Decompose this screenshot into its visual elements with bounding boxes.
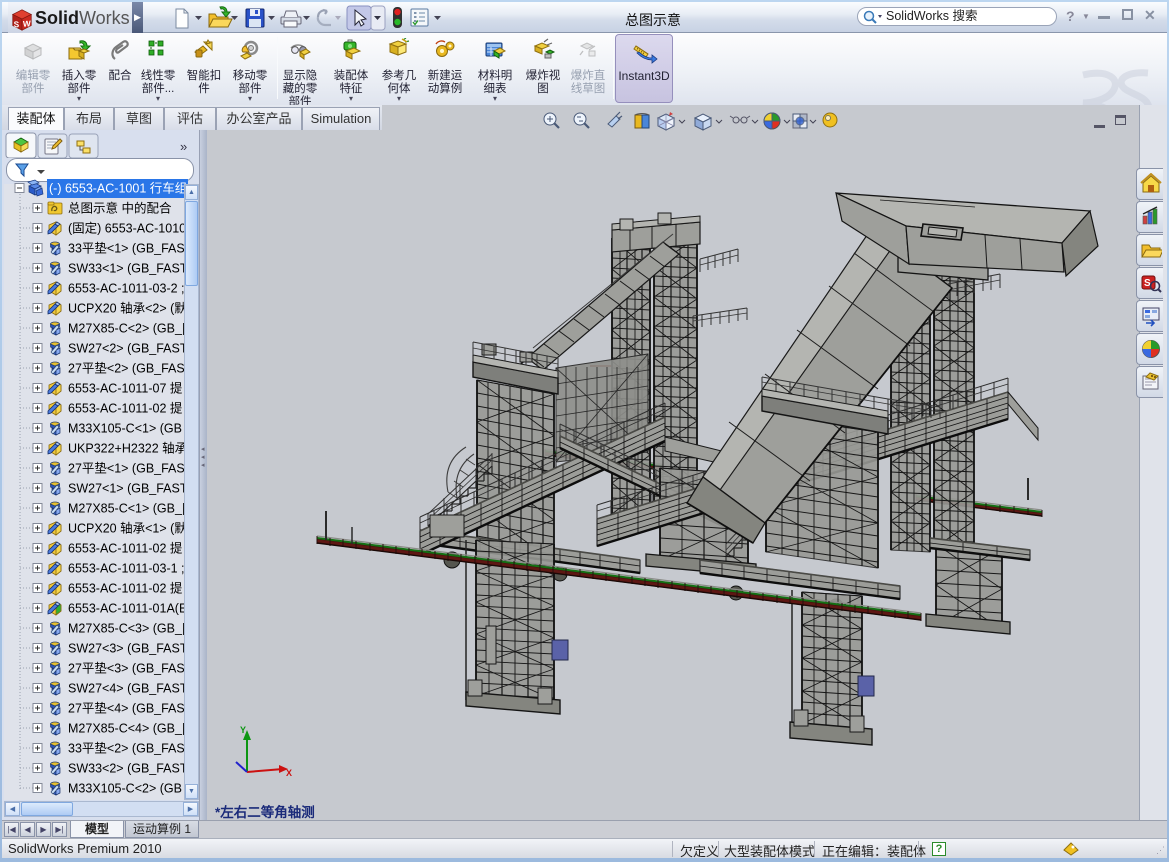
svg-text:总图示意 中的配合: 总图示意 中的配合 [68, 201, 172, 216]
svg-text:SW27<2> (GB_FASTI: SW27<2> (GB_FASTI [68, 342, 191, 356]
svg-text:6553-AC-1011-02 提: 6553-AC-1011-02 提 [68, 401, 183, 416]
svg-text:6553-AC-1011-03-2 ;: 6553-AC-1011-03-2 ; [68, 282, 185, 296]
svg-text:W: W [23, 18, 31, 28]
svg-text:6553-AC-1011-02 提: 6553-AC-1011-02 提 [68, 581, 183, 596]
svg-text:*左右二等角轴测: *左右二等角轴测 [215, 804, 315, 820]
svg-text:UKP322+H2322 轴承: UKP322+H2322 轴承 [68, 441, 188, 456]
svg-text:UCPX20 轴承<2> (默: UCPX20 轴承<2> (默 [68, 301, 187, 316]
svg-text:M27X85-C<4> (GB_|: M27X85-C<4> (GB_| [68, 722, 185, 736]
svg-text:S: S [14, 19, 20, 30]
svg-text:27平垫<3> (GB_FAST: 27平垫<3> (GB_FAST [68, 661, 193, 676]
svg-text:M27X85-C<2> (GB_|: M27X85-C<2> (GB_| [68, 322, 185, 336]
svg-text:SW33<2> (GB_FASTI: SW33<2> (GB_FASTI [68, 762, 191, 776]
svg-text:M27X85-C<1> (GB_|: M27X85-C<1> (GB_| [68, 502, 185, 516]
svg-text:27平垫<4> (GB_FAST: 27平垫<4> (GB_FAST [68, 701, 193, 716]
svg-text:33平垫<1> (GB_FAST: 33平垫<1> (GB_FAST [68, 241, 193, 256]
svg-text:M33X105-C<1> (GB: M33X105-C<1> (GB [68, 422, 182, 436]
svg-text:6553-AC-1011-03-1 ;: 6553-AC-1011-03-1 ; [68, 562, 185, 576]
svg-text:6553-AC-1011-07 提: 6553-AC-1011-07 提 [68, 381, 183, 396]
svg-text:27平垫<1> (GB_FAST: 27平垫<1> (GB_FAST [68, 461, 193, 476]
svg-text:SW27<4> (GB_FASTI: SW27<4> (GB_FASTI [68, 682, 191, 696]
svg-text:(-) 6553-AC-1001 行车组: (-) 6553-AC-1001 行车组 [49, 181, 187, 196]
svg-text:27平垫<2> (GB_FAST: 27平垫<2> (GB_FAST [68, 361, 193, 376]
svg-text:6553-AC-1011-01A(E: 6553-AC-1011-01A(E [68, 602, 187, 616]
svg-text:X: X [286, 768, 292, 778]
svg-text:33平垫<2> (GB_FAST: 33平垫<2> (GB_FAST [68, 741, 193, 756]
svg-text:M27X85-C<3> (GB_|: M27X85-C<3> (GB_| [68, 622, 185, 636]
svg-text:Y: Y [240, 725, 246, 735]
svg-text:UCPX20 轴承<1> (默: UCPX20 轴承<1> (默 [68, 521, 187, 536]
svg-text:(固定) 6553-AC-1010: (固定) 6553-AC-1010 [68, 221, 186, 236]
svg-text:SW27<1> (GB_FASTI: SW27<1> (GB_FASTI [68, 482, 191, 496]
svg-text:6553-AC-1011-02 提: 6553-AC-1011-02 提 [68, 541, 183, 556]
svg-text:SW33<1> (GB_FASTI: SW33<1> (GB_FASTI [68, 262, 191, 276]
svg-text:SW27<3> (GB_FASTI: SW27<3> (GB_FASTI [68, 642, 191, 656]
svg-text:M33X105-C<2> (GB: M33X105-C<2> (GB [68, 782, 182, 796]
